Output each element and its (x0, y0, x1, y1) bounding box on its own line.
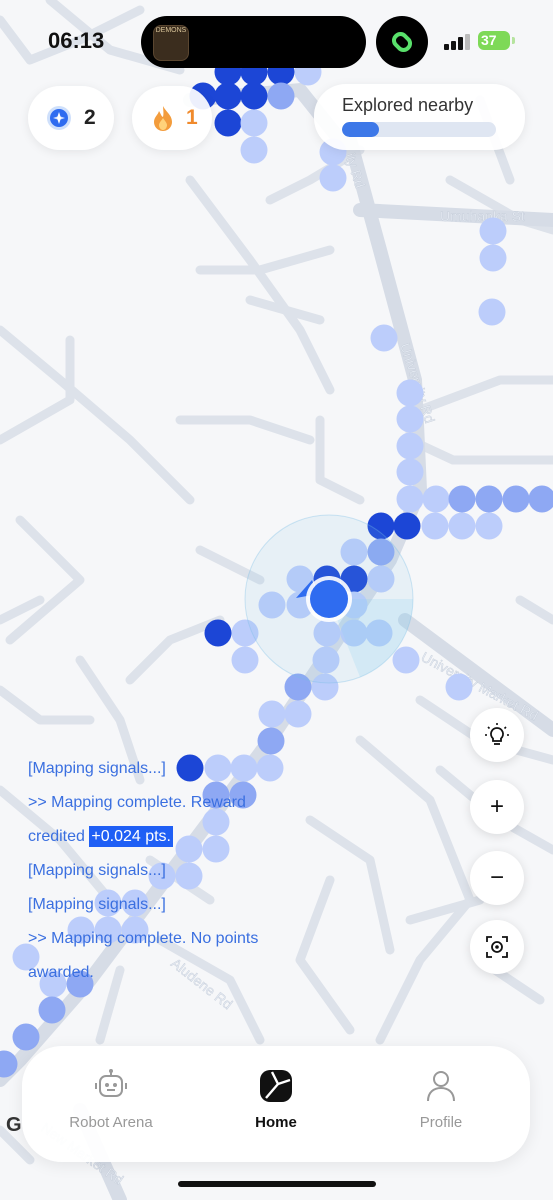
explored-cell (422, 485, 450, 513)
explored-cell (478, 298, 506, 326)
recenter-button[interactable] (470, 920, 524, 974)
explored-cell (214, 109, 242, 137)
streak-pill[interactable]: 1 (132, 86, 212, 150)
explored-cell (479, 217, 507, 245)
explored-progress-bar (342, 122, 496, 137)
explored-cell (445, 673, 473, 701)
streak-count: 1 (186, 106, 198, 129)
explored-cell (267, 82, 295, 110)
dynamic-island[interactable]: DEMONS (141, 16, 366, 68)
user-location (244, 514, 414, 684)
explored-cell (204, 619, 232, 647)
compass-gem-icon (47, 106, 71, 130)
explored-cell (396, 405, 424, 433)
log-line: [Mapping signals...] (28, 896, 166, 913)
flame-icon (154, 106, 172, 131)
person-icon (427, 1071, 455, 1102)
zoom-in-button[interactable]: + (470, 780, 524, 834)
explored-cell (231, 646, 259, 674)
explored-cell (421, 512, 449, 540)
explored-progress-fill (342, 122, 379, 137)
tab-home[interactable]: Home (201, 1046, 351, 1162)
battery-tip (512, 37, 515, 44)
explored-cell (240, 109, 268, 137)
zoom-out-button[interactable]: − (470, 851, 524, 905)
gems-pill[interactable]: 2 (28, 86, 114, 150)
explored-cell (475, 485, 503, 513)
location-dot-icon (310, 580, 348, 618)
log-line: >> Mapping complete. Reward (28, 794, 246, 811)
home-map-icon (260, 1070, 292, 1102)
explored-nearby-label: Explored nearby (342, 95, 474, 115)
tab-profile-label: Profile (419, 1114, 463, 1131)
log-line: >> Mapping complete. No points (28, 930, 259, 947)
gems-count: 2 (84, 106, 96, 129)
locate-icon (486, 936, 508, 958)
explored-cell (38, 996, 66, 1024)
mapping-log: [Mapping signals...] >> Mapping complete… (28, 752, 328, 990)
map-canvas[interactable]: Umuhanka St University Rd University Mar… (0, 0, 553, 1200)
now-playing-thumbnail: DEMONS (153, 25, 189, 61)
tab-home-label: Home (255, 1114, 297, 1131)
explored-cell (448, 512, 476, 540)
tab-robot-arena-label: Robot Arena (69, 1114, 153, 1131)
explored-cell (475, 512, 503, 540)
explored-cell (396, 379, 424, 407)
signal-icon (444, 34, 470, 50)
street-label-umuhanka: Umuhanka St (440, 208, 525, 224)
hint-button[interactable] (470, 708, 524, 762)
explored-cell (319, 164, 347, 192)
bottom-nav: Robot Arena Home Profile (22, 1046, 530, 1162)
explored-cell (392, 646, 420, 674)
explored-nearby-card[interactable]: Explored nearby (314, 84, 525, 150)
log-line: [Mapping signals...] (28, 862, 166, 879)
explored-cell (258, 700, 286, 728)
explored-cell (370, 324, 398, 352)
explored-cell (448, 485, 476, 513)
reward-highlight: +0.024 pts. (89, 826, 173, 847)
explored-cell (240, 136, 268, 164)
explored-cell (214, 82, 242, 110)
explored-cell (396, 432, 424, 460)
log-line: credited +0.024 pts. (28, 826, 173, 847)
log-line: awarded. (28, 964, 94, 981)
tab-profile[interactable]: Profile (366, 1046, 516, 1162)
robot-icon (95, 1069, 127, 1097)
map-attribution-logo: G (6, 1114, 22, 1136)
explored-cell (393, 512, 421, 540)
battery-indicator: 37 (478, 31, 510, 50)
status-time: 06:13 (48, 28, 105, 53)
log-line: [Mapping signals...] (28, 760, 166, 777)
lightbulb-icon (485, 723, 509, 745)
tab-robot-arena[interactable]: Robot Arena (36, 1046, 186, 1162)
explored-cell (396, 458, 424, 486)
explored-cell (502, 485, 530, 513)
explored-cell (240, 82, 268, 110)
link-app-icon[interactable] (376, 16, 428, 68)
explored-cell (257, 727, 285, 755)
explored-cell (396, 485, 424, 513)
explored-cell (479, 244, 507, 272)
explored-cell (284, 700, 312, 728)
home-indicator[interactable] (178, 1181, 376, 1187)
status-bar: 06:13 DEMONS 37 (0, 0, 553, 80)
